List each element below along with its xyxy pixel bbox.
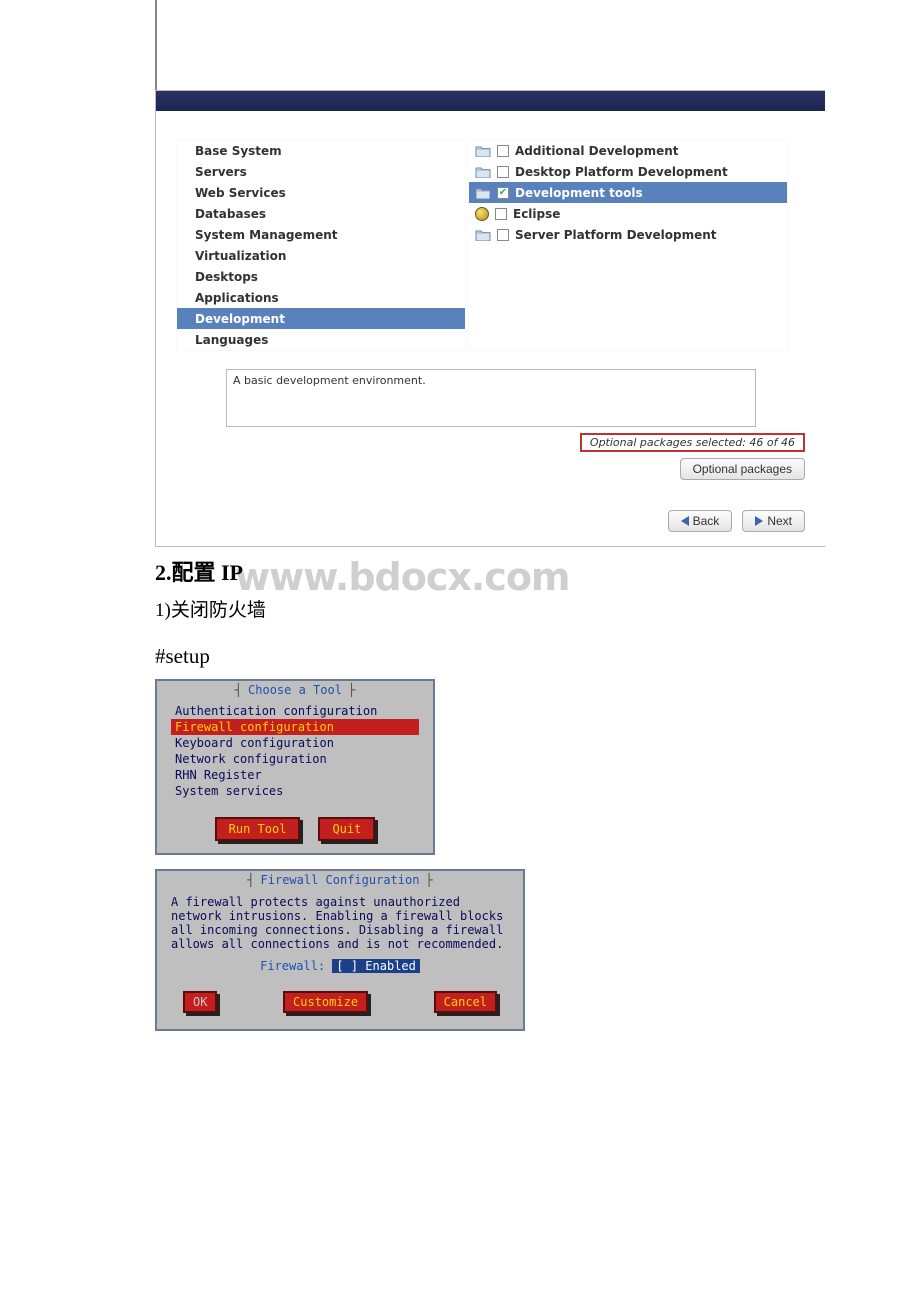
category-item[interactable]: Base System	[177, 140, 465, 161]
category-item[interactable]: Desktops	[177, 266, 465, 287]
package-group-label: Development tools	[515, 186, 643, 200]
tool-menu-item[interactable]: System services	[171, 783, 419, 799]
section-sub: 1)关闭防火墙	[155, 595, 920, 622]
package-group-label: Eclipse	[513, 207, 560, 221]
description-box: A basic development environment.	[226, 369, 756, 427]
arrow-right-icon	[755, 516, 763, 526]
category-item[interactable]: Development	[177, 308, 465, 329]
back-label: Back	[693, 514, 720, 528]
tool-menu-item[interactable]: Keyboard configuration	[171, 735, 419, 751]
category-item[interactable]: Databases	[177, 203, 465, 224]
tool-menu-item[interactable]: RHN Register	[171, 767, 419, 783]
package-checkbox[interactable]	[497, 145, 509, 157]
firewall-label: Firewall:	[260, 959, 325, 973]
firewall-config-dialog: ┤ Firewall Configuration ├ A firewall pr…	[155, 869, 525, 1031]
tui1-title: Choose a Tool	[242, 683, 348, 697]
folder-icon	[475, 166, 491, 178]
package-checkbox[interactable]	[497, 166, 509, 178]
package-checkbox[interactable]: ✔	[497, 187, 509, 199]
package-group-item[interactable]: ✔ Development tools	[469, 182, 787, 203]
package-group-item[interactable]: Eclipse	[469, 203, 787, 224]
back-button[interactable]: Back	[668, 510, 733, 532]
customize-button[interactable]: Customize	[283, 991, 368, 1013]
optional-packages-status: Optional packages selected: 46 of 46	[580, 433, 805, 452]
firewall-description: A firewall protects against unauthorized…	[171, 895, 509, 951]
shell-command: #setup	[155, 644, 920, 669]
package-checkbox[interactable]	[495, 208, 507, 220]
run-tool-button[interactable]: Run Tool	[215, 817, 301, 841]
ok-button[interactable]: OK	[183, 991, 217, 1013]
optional-packages-button[interactable]: Optional packages	[680, 458, 805, 480]
globe-icon	[475, 207, 489, 221]
tool-menu-item[interactable]: Authentication configuration	[171, 703, 419, 719]
package-group-item[interactable]: Desktop Platform Development	[469, 161, 787, 182]
package-group-item[interactable]: Additional Development	[469, 140, 787, 161]
arrow-left-icon	[681, 516, 689, 526]
package-group-label: Desktop Platform Development	[515, 165, 728, 179]
tool-menu-item[interactable]: Firewall configuration	[171, 719, 419, 735]
cancel-button[interactable]: Cancel	[434, 991, 497, 1013]
category-item[interactable]: Applications	[177, 287, 465, 308]
tool-menu-item[interactable]: Network configuration	[171, 751, 419, 767]
installer-window: Base SystemServersWeb ServicesDatabasesS…	[155, 90, 825, 547]
package-checkbox[interactable]	[497, 229, 509, 241]
category-item[interactable]: Servers	[177, 161, 465, 182]
firewall-enabled-checkbox[interactable]: [ ] Enabled	[332, 959, 419, 973]
category-item[interactable]: Virtualization	[177, 245, 465, 266]
category-item[interactable]: System Management	[177, 224, 465, 245]
package-group-label: Additional Development	[515, 144, 679, 158]
package-group-list: Additional Development Desktop Platform D…	[468, 139, 788, 351]
category-list: Base SystemServersWeb ServicesDatabasesS…	[176, 139, 466, 351]
category-item[interactable]: Web Services	[177, 182, 465, 203]
next-label: Next	[767, 514, 792, 528]
category-item[interactable]: Languages	[177, 329, 465, 350]
section-heading: 2.配置 IP	[155, 555, 920, 587]
package-group-item[interactable]: Server Platform Development	[469, 224, 787, 245]
folder-icon	[475, 229, 491, 241]
quit-button[interactable]: Quit	[318, 817, 375, 841]
package-group-label: Server Platform Development	[515, 228, 717, 242]
folder-icon	[475, 187, 491, 199]
setup-tool-dialog: ┤ Choose a Tool ├ Authentication configu…	[155, 679, 435, 855]
folder-icon	[475, 145, 491, 157]
tui2-title: Firewall Configuration	[255, 873, 426, 887]
next-button[interactable]: Next	[742, 510, 805, 532]
